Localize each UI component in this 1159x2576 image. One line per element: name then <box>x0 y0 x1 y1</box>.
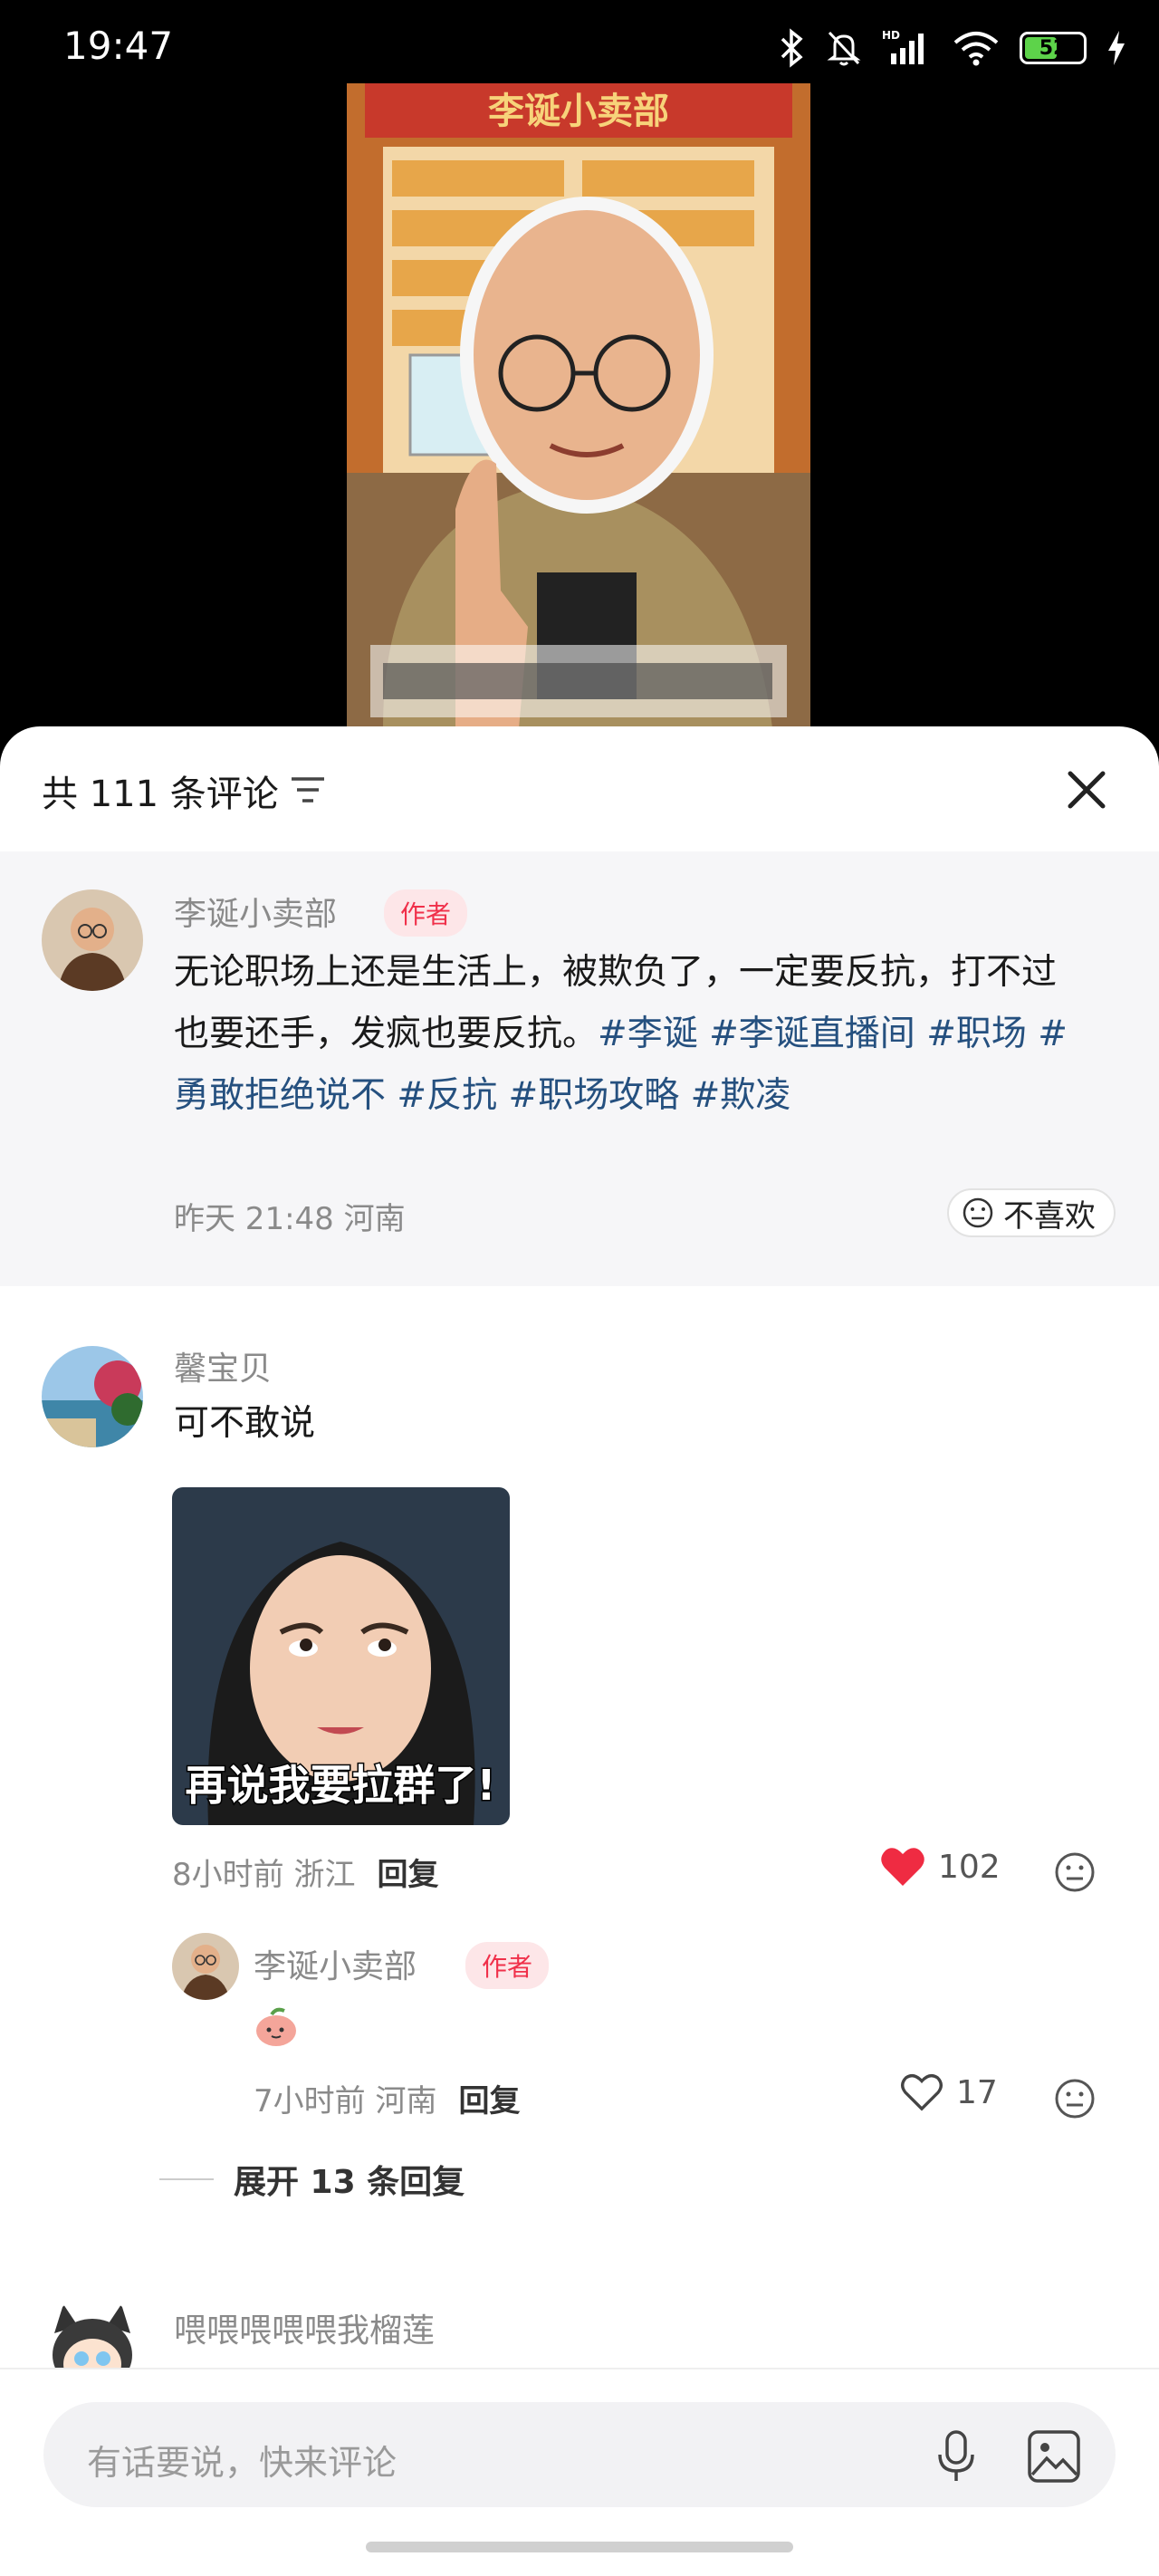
heart-outline-icon <box>901 2073 943 2111</box>
comment-meta: 8小时前 浙江 回复 <box>172 1850 438 1894</box>
wifi-icon <box>953 32 999 66</box>
signal-hd-icon: HD <box>882 29 924 64</box>
like-button[interactable]: 17 <box>900 2072 998 2112</box>
comment-time-location: 8小时前 浙江 <box>172 1857 356 1893</box>
neutral-face-icon[interactable] <box>1054 2078 1096 2119</box>
neutral-face-icon[interactable] <box>1054 1851 1096 1893</box>
commenter-name[interactable]: 喂喂喂喂喂我榴莲 <box>174 2304 435 2351</box>
mute-bell-icon <box>827 31 861 66</box>
expand-replies-button[interactable]: 展开 13 条回复 <box>159 2156 465 2203</box>
sort-filter-icon[interactable] <box>290 774 326 806</box>
charging-icon <box>1108 31 1125 65</box>
author-badge: 作者 <box>384 889 468 937</box>
comment-count: 共 111 条评论 <box>42 774 279 815</box>
commenter-avatar[interactable] <box>42 1346 143 1447</box>
comments-sheet: 共 111 条评论 李诞小卖部 作者 无论职场上还是生活上，被欺负了，一定要反抗… <box>0 726 1159 2576</box>
neutral-face-icon <box>963 1197 993 1228</box>
reply-button[interactable]: 回复 <box>377 1857 438 1893</box>
peach-emoji-sticker <box>256 2007 296 2046</box>
status-icons: HD 52 <box>779 25 1126 71</box>
battery-icon: 52 <box>1020 32 1087 64</box>
hashtag[interactable]: #职场 <box>926 1014 1027 1054</box>
heart-filled-icon <box>881 1848 924 1886</box>
expand-replies-label: 展开 13 条回复 <box>234 2164 465 2201</box>
dislike-label: 不喜欢 <box>1003 1197 1096 1235</box>
shop-sign-text: 李诞小卖部 <box>488 91 669 132</box>
like-count: 17 <box>956 2073 998 2111</box>
close-icon[interactable] <box>1061 764 1112 815</box>
status-time: 19:47 <box>63 24 174 68</box>
meme-caption: 再说我要拉群了! <box>186 1761 496 1810</box>
comment-text: 可不敢说 <box>174 1403 316 1444</box>
like-button[interactable]: 102 <box>880 1846 1001 1888</box>
hashtag[interactable]: #反抗 <box>397 1075 497 1116</box>
author-name[interactable]: 李诞小卖部 <box>174 888 337 935</box>
pinned-comment-text: 无论职场上还是生活上，被欺负了，一定要反抗，打不过也要还手，发疯也要反抗。#李诞… <box>174 942 1088 1127</box>
dislike-button[interactable]: 不喜欢 <box>947 1188 1116 1237</box>
comments-header: 共 111 条评论 <box>0 726 1159 851</box>
pinned-author-comment: 李诞小卖部 作者 无论职场上还是生活上，被欺负了，一定要反抗，打不过也要还手，发… <box>0 851 1159 1286</box>
reply-author-badge: 作者 <box>465 1942 550 1989</box>
like-count: 102 <box>938 1848 1001 1886</box>
reply-author-avatar[interactable] <box>172 1933 239 2000</box>
author-avatar[interactable] <box>42 889 143 991</box>
video-frame-image: 李诞小卖部 <box>347 83 810 728</box>
comment-input[interactable]: 有话要说，快来评论 <box>43 2402 1116 2507</box>
hashtag[interactable]: #职场攻略 <box>509 1075 680 1116</box>
microphone-icon[interactable] <box>933 2429 980 2484</box>
hashtag[interactable]: #李诞直播间 <box>709 1014 915 1054</box>
meme-image[interactable]: 再说我要拉群了! <box>172 1487 510 1825</box>
divider-line <box>159 2178 214 2180</box>
hashtag[interactable]: #欺凌 <box>691 1075 791 1116</box>
reply-button[interactable]: 回复 <box>458 2083 520 2119</box>
reply-author-name[interactable]: 李诞小卖部 <box>254 1940 417 1987</box>
hashtag[interactable]: #李诞 <box>598 1014 698 1054</box>
svg-text:HD: HD <box>882 29 900 42</box>
image-upload-icon[interactable] <box>1027 2429 1081 2484</box>
home-indicator[interactable] <box>366 2542 793 2552</box>
pinned-time-location: 昨天 21:48 河南 <box>174 1201 406 1237</box>
reply-time-location: 7小时前 河南 <box>254 2083 437 2119</box>
comment-input-placeholder: 有话要说，快来评论 <box>87 2443 398 2483</box>
video-player[interactable]: 李诞小卖部 <box>347 83 810 728</box>
commenter-name[interactable]: 馨宝贝 <box>174 1342 272 1389</box>
reply-meta: 7小时前 河南 回复 <box>254 2076 520 2120</box>
battery-level: 52 <box>1039 36 1068 60</box>
bluetooth-icon <box>781 28 803 68</box>
